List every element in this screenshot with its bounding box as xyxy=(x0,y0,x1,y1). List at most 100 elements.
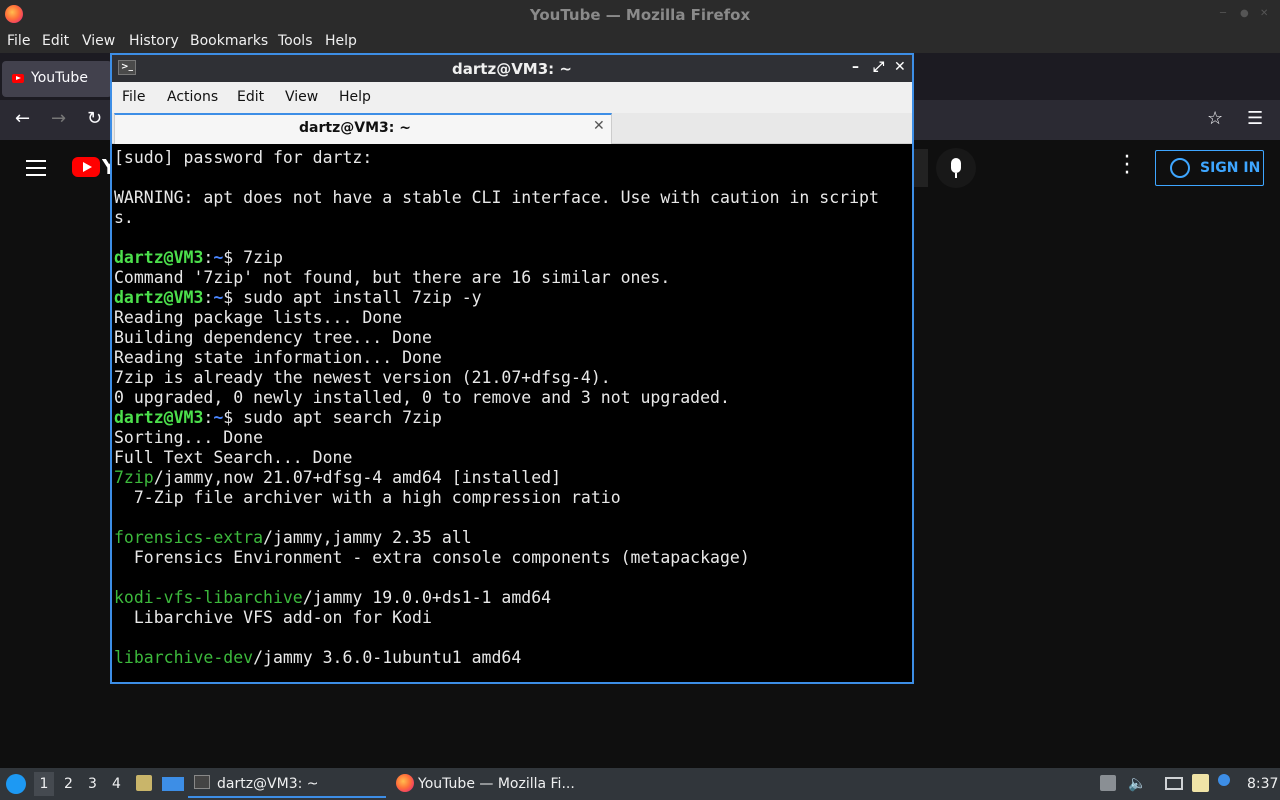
forward-arrow-icon[interactable]: → xyxy=(51,108,66,129)
terminal-window[interactable]: >_ dartz@VM3: ~ – ⤢ ✕ File Actions Edit … xyxy=(110,53,914,684)
sign-in-label: SIGN IN xyxy=(1200,160,1261,176)
terminal-line xyxy=(114,568,910,588)
terminal-line xyxy=(114,628,910,648)
terminal-line: Libarchive VFS add-on for Kodi xyxy=(114,608,910,628)
terminal-menubar: File Actions Edit View Help xyxy=(112,82,912,113)
prompt-separator: : xyxy=(203,248,214,267)
menu-history[interactable]: History xyxy=(129,33,179,49)
prompt-command: $ sudo apt install 7zip -y xyxy=(223,288,482,307)
terminal-line: s. xyxy=(114,208,910,228)
task-terminal[interactable]: dartz@VM3: ~ xyxy=(188,768,386,798)
app-menu-icon[interactable]: ☰ xyxy=(1247,108,1263,129)
account-icon xyxy=(1170,158,1190,178)
menu-edit[interactable]: Edit xyxy=(237,89,264,105)
output-text: Building dependency tree... Done xyxy=(114,328,432,347)
terminal-line: 7-Zip file archiver with a high compress… xyxy=(114,488,910,508)
menu-view[interactable]: View xyxy=(82,33,115,49)
menu-edit[interactable]: Edit xyxy=(42,33,69,49)
clock[interactable]: 8:37 xyxy=(1247,776,1278,792)
terminal-line: Reading package lists... Done xyxy=(114,308,910,328)
show-desktop-icon[interactable] xyxy=(162,777,184,791)
terminal-line: Command '7zip' not found, but there are … xyxy=(114,268,910,288)
terminal-line: WARNING: apt does not have a stable CLI … xyxy=(114,188,910,208)
output-text: [sudo] password for dartz: xyxy=(114,148,373,167)
close-icon[interactable]: ✕ xyxy=(1260,8,1270,19)
bookmark-star-icon[interactable]: ☆ xyxy=(1207,108,1223,129)
menu-help[interactable]: Help xyxy=(339,89,371,105)
package-details: /jammy 3.6.0-1ubuntu1 amd64 xyxy=(253,648,522,667)
output-text: 0 upgraded, 0 newly installed, 0 to remo… xyxy=(114,388,730,407)
terminal-line xyxy=(114,228,910,248)
terminal-icon xyxy=(194,775,210,789)
terminal-tabstrip: dartz@VM3: ~ ✕ xyxy=(112,113,912,144)
prompt-path: ~ xyxy=(213,288,224,307)
close-icon[interactable]: ✕ xyxy=(894,59,906,75)
terminal-line: 7zip is already the newest version (21.0… xyxy=(114,368,910,388)
terminal-tab-label: dartz@VM3: ~ xyxy=(299,120,411,136)
package-name: 7zip xyxy=(114,468,154,487)
workspace-1[interactable]: 1 xyxy=(34,772,54,796)
back-arrow-icon[interactable]: ← xyxy=(15,108,30,129)
terminal-line: Full Text Search... Done xyxy=(114,448,910,468)
output-text: Reading package lists... Done xyxy=(114,308,403,327)
reload-icon[interactable]: ↻ xyxy=(87,108,102,129)
menu-actions[interactable]: Actions xyxy=(167,89,218,105)
maximize-icon[interactable]: ⤢ xyxy=(873,59,884,75)
application-menu-icon[interactable] xyxy=(6,774,26,794)
terminal-titlebar[interactable]: >_ dartz@VM3: ~ – ⤢ ✕ xyxy=(112,55,912,82)
workspace-2[interactable]: 2 xyxy=(64,776,73,792)
terminal-tab[interactable]: dartz@VM3: ~ ✕ xyxy=(114,113,612,144)
update-notification-icon[interactable] xyxy=(1218,774,1230,786)
terminal-line: [sudo] password for dartz: xyxy=(114,148,910,168)
microphone-icon[interactable] xyxy=(936,148,976,188)
minimize-icon[interactable]: ─ xyxy=(1220,8,1230,19)
file-manager-icon[interactable] xyxy=(136,775,152,791)
output-text: Sorting... Done xyxy=(114,428,264,447)
output-text: 7-Zip file archiver with a high compress… xyxy=(114,488,621,507)
youtube-logo-icon[interactable] xyxy=(72,157,100,177)
terminal-line xyxy=(114,168,910,188)
prompt-path: ~ xyxy=(213,408,224,427)
menu-file[interactable]: File xyxy=(122,89,145,105)
terminal-output[interactable]: [sudo] password for dartz: WARNING: apt … xyxy=(114,148,910,682)
package-details: /jammy 19.0.0+ds1-1 amd64 xyxy=(302,588,552,607)
output-text: Reading state information... Done xyxy=(114,348,442,367)
workspace-3[interactable]: 3 xyxy=(88,776,97,792)
youtube-search-button[interactable] xyxy=(914,149,928,187)
volume-icon[interactable]: 🔈 xyxy=(1128,774,1147,792)
prompt-user-host: dartz@VM3 xyxy=(114,248,204,267)
clipboard-icon[interactable] xyxy=(1100,775,1116,791)
taskbar: 1 2 3 4 dartz@VM3: ~ YouTube — Mozilla F… xyxy=(0,768,1280,800)
task-firefox[interactable]: YouTube — Mozilla Fi... xyxy=(392,768,590,798)
task-label: dartz@VM3: ~ xyxy=(217,776,319,792)
menu-view[interactable]: View xyxy=(285,89,318,105)
tab-close-icon[interactable]: ✕ xyxy=(593,118,605,134)
sign-in-button[interactable]: SIGN IN xyxy=(1155,150,1264,186)
package-details: /jammy,now 21.07+dfsg-4 amd64 [installed… xyxy=(153,468,562,487)
output-text: Command '7zip' not found, but there are … xyxy=(114,268,671,287)
output-text: Forensics Environment - extra console co… xyxy=(114,548,750,567)
prompt-separator: : xyxy=(203,288,214,307)
minimize-icon[interactable]: – xyxy=(852,59,859,75)
workspace-4[interactable]: 4 xyxy=(112,776,121,792)
menu-file[interactable]: File xyxy=(7,33,30,49)
notes-icon[interactable] xyxy=(1192,774,1209,792)
terminal-line: Sorting... Done xyxy=(114,428,910,448)
more-options-icon[interactable]: · · · xyxy=(1120,147,1134,185)
tab-youtube[interactable]: YouTube xyxy=(2,61,112,97)
maximize-icon[interactable]: ● xyxy=(1240,8,1250,19)
menu-tools[interactable]: Tools xyxy=(278,33,313,49)
terminal-line: Forensics Environment - extra console co… xyxy=(114,548,910,568)
terminal-line: 7zip/jammy,now 21.07+dfsg-4 amd64 [insta… xyxy=(114,468,910,488)
output-text: WARNING: apt does not have a stable CLI … xyxy=(114,188,879,207)
youtube-menu-icon[interactable] xyxy=(26,160,46,176)
menu-bookmarks[interactable]: Bookmarks xyxy=(190,33,268,49)
prompt-separator: : xyxy=(203,408,214,427)
display-icon[interactable] xyxy=(1165,777,1183,790)
youtube-logo-text[interactable]: Y xyxy=(102,155,110,179)
menu-help[interactable]: Help xyxy=(325,33,357,49)
task-label: YouTube — Mozilla Fi... xyxy=(418,776,575,792)
